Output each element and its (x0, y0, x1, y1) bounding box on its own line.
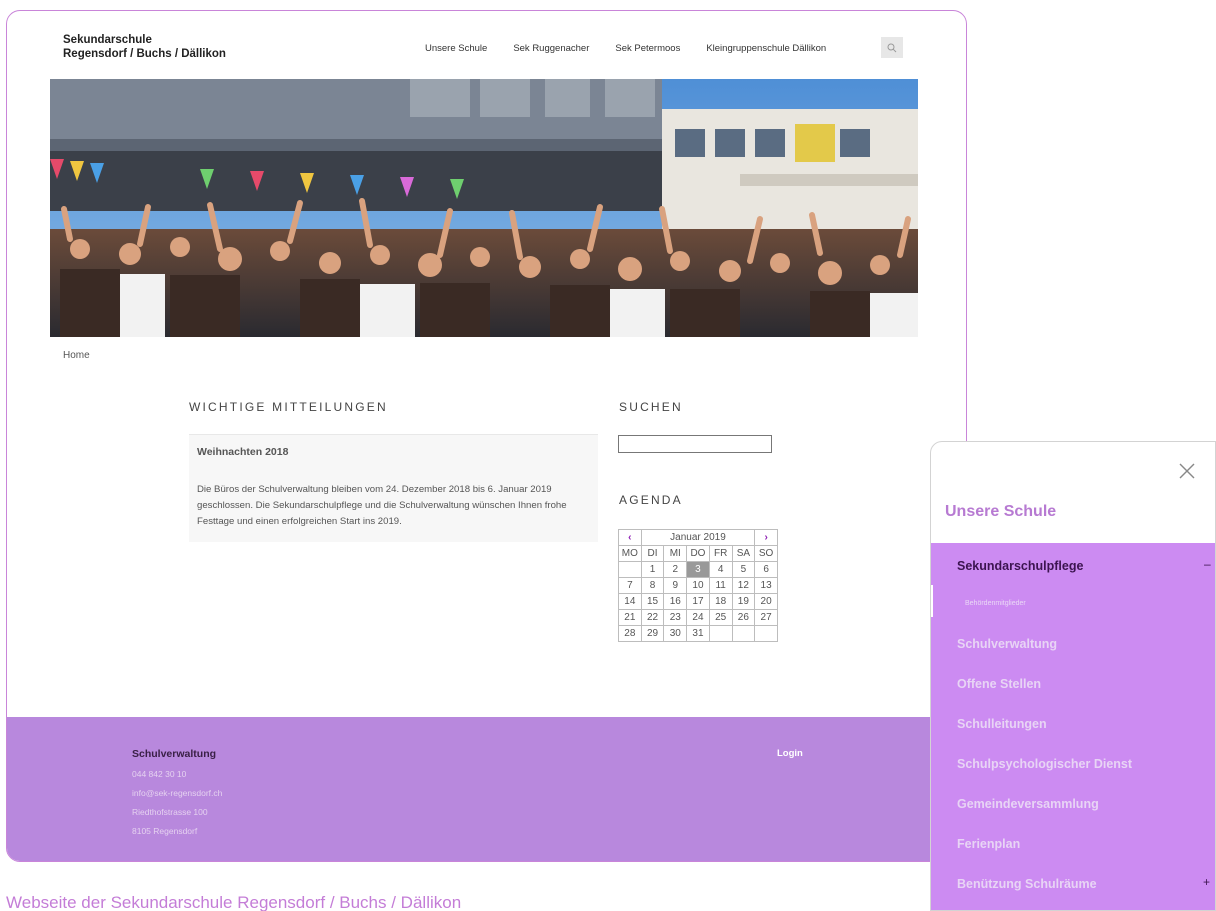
menu-item-benuetzung-schulraeume[interactable]: Benützung Schulräume (957, 877, 1097, 891)
calendar-day[interactable]: 30 (663, 625, 688, 642)
calendar-weekday: DO (686, 545, 710, 562)
top-navigation: Unsere Schule Sek Ruggenacher Sek Peterm… (425, 43, 826, 54)
expand-toggle[interactable]: + (1203, 875, 1210, 889)
calendar-empty-cell (754, 625, 778, 642)
calendar-day[interactable]: 23 (663, 609, 688, 626)
site-name-line2: Regensdorf / Buchs / Dällikon (63, 48, 226, 60)
nav-item-unsere-schule[interactable]: Unsere Schule (425, 43, 487, 54)
calendar-week-row: 21 22 23 24 25 26 27 (618, 609, 778, 626)
notice-title[interactable]: Weihnachten 2018 (197, 446, 288, 458)
calendar-day[interactable]: 20 (754, 593, 778, 610)
calendar-day[interactable]: 21 (618, 609, 642, 626)
menu-item-sekundarschulpflege[interactable]: Sekundarschulpflege (957, 559, 1083, 573)
footer-city: 8105 Regensdorf (132, 826, 198, 836)
nav-item-sek-petermoos[interactable]: Sek Petermoos (615, 43, 680, 54)
hero-image (50, 79, 918, 337)
calendar-day[interactable]: 24 (686, 609, 710, 626)
notice-body: Die Büros der Schulverwaltung bleiben vo… (197, 484, 567, 527)
nav-item-sek-ruggenacher[interactable]: Sek Ruggenacher (513, 43, 589, 54)
calendar-weekday-row: MO DI MI DO FR SA SO (618, 545, 778, 562)
calendar-week-row: 28 29 30 31 (618, 625, 778, 642)
calendar-header-row: ‹ Januar 2019 › (618, 529, 778, 546)
calendar-day[interactable]: 16 (663, 593, 688, 610)
breadcrumb[interactable]: Home (63, 350, 90, 361)
calendar-day[interactable]: 6 (754, 561, 778, 578)
menu-subitem-behoerdenmitglieder[interactable]: Behördenmitglieder (965, 600, 1026, 607)
calendar-weekday: MI (663, 545, 688, 562)
calendar-day[interactable]: 26 (731, 609, 756, 626)
calendar-day[interactable]: 3 (686, 561, 710, 578)
search-icon (887, 43, 897, 52)
calendar-weekday: SO (754, 545, 778, 562)
calendar-day[interactable]: 17 (686, 593, 710, 610)
calendar-weekday: DI (640, 545, 665, 562)
calendar-day[interactable]: 27 (754, 609, 778, 626)
calendar-day[interactable]: 4 (708, 561, 733, 578)
panel-menu: Sekundarschulpflege – Behördenmitglieder… (931, 543, 1215, 910)
calendar-day[interactable]: 22 (640, 609, 665, 626)
calendar-month: Januar 2019 (640, 529, 756, 546)
agenda-calendar: ‹ Januar 2019 › MO DI MI DO FR SA SO 1 2 3 4 5 6 7 8 9 1… (618, 529, 778, 642)
notice-card: Weihnachten 2018 Die Büros der Schulverw… (189, 434, 598, 542)
calendar-day[interactable]: 19 (731, 593, 756, 610)
calendar-week-row: 14 15 16 17 18 19 20 (618, 593, 778, 610)
search-input[interactable] (618, 435, 772, 453)
calendar-day[interactable]: 25 (708, 609, 733, 626)
calendar-day[interactable]: 2 (663, 561, 688, 578)
website-frame: Sekundarschule Regensdorf / Buchs / Däll… (6, 10, 967, 862)
calendar-empty-cell (731, 625, 756, 642)
calendar-day[interactable]: 15 (640, 593, 665, 610)
calendar-week-row: 7 8 9 10 11 12 13 (618, 577, 778, 594)
site-name-line1: Sekundarschule (63, 34, 152, 46)
calendar-weekday: SA (731, 545, 756, 562)
calendar-day[interactable]: 1 (640, 561, 665, 578)
calendar-day[interactable]: 28 (618, 625, 642, 642)
menu-item-schulleitungen[interactable]: Schulleitungen (957, 717, 1047, 731)
calendar-empty-cell (708, 625, 733, 642)
search-heading: SUCHEN (619, 400, 683, 414)
footer-street: Riedthofstrasse 100 (132, 807, 208, 817)
menu-item-schulpsychologischer-dienst[interactable]: Schulpsychologischer Dienst (957, 757, 1132, 771)
footer-email[interactable]: info@sek-regensdorf.ch (132, 788, 222, 798)
calendar-prev-button[interactable]: ‹ (618, 529, 642, 546)
screenshot-caption: Webseite der Sekundarschule Regensdorf /… (6, 893, 462, 911)
footer: Schulverwaltung 044 842 30 10 info@sek-r… (7, 717, 966, 861)
calendar-day[interactable]: 9 (663, 577, 688, 594)
calendar-day[interactable]: 31 (686, 625, 710, 642)
calendar-week-row: 123456 (618, 561, 778, 578)
nav-item-kleingruppenschule[interactable]: Kleingruppenschule Dällikon (706, 43, 826, 54)
close-icon[interactable] (1175, 459, 1199, 483)
calendar-day[interactable]: 14 (618, 593, 642, 610)
calendar-day[interactable]: 12 (731, 577, 756, 594)
menu-item-ferienplan[interactable]: Ferienplan (957, 837, 1020, 851)
site-logo[interactable]: Sekundarschule Regensdorf / Buchs / Däll… (63, 33, 226, 61)
calendar-empty-cell (618, 561, 642, 578)
panel-title[interactable]: Unsere Schule (945, 503, 1056, 521)
calendar-day[interactable]: 7 (618, 577, 642, 594)
notices-heading: WICHTIGE MITTEILUNGEN (189, 400, 388, 414)
menu-item-offene-stellen[interactable]: Offene Stellen (957, 677, 1041, 691)
calendar-weekday: FR (708, 545, 733, 562)
calendar-weekday: MO (618, 545, 642, 562)
calendar-day[interactable]: 29 (640, 625, 665, 642)
menu-panel: Unsere Schule Sekundarschulpflege – Behö… (930, 441, 1216, 911)
agenda-heading: AGENDA (619, 493, 683, 507)
calendar-day[interactable]: 10 (686, 577, 710, 594)
calendar-day[interactable]: 11 (708, 577, 733, 594)
login-link[interactable]: Login (777, 748, 803, 759)
calendar-day[interactable]: 18 (708, 593, 733, 610)
menu-item-schulverwaltung[interactable]: Schulverwaltung (957, 637, 1057, 651)
calendar-day[interactable]: 13 (754, 577, 778, 594)
footer-title: Schulverwaltung (132, 748, 217, 760)
calendar-next-button[interactable]: › (754, 529, 778, 546)
calendar-day[interactable]: 5 (731, 561, 756, 578)
collapse-toggle[interactable]: – (1204, 557, 1211, 571)
calendar-day[interactable]: 8 (640, 577, 665, 594)
sub-item-marker (931, 585, 933, 617)
footer-phone[interactable]: 044 842 30 10 (132, 769, 186, 779)
menu-item-gemeindeversammlung[interactable]: Gemeindeversammlung (957, 797, 1099, 811)
search-button[interactable] (881, 37, 903, 58)
